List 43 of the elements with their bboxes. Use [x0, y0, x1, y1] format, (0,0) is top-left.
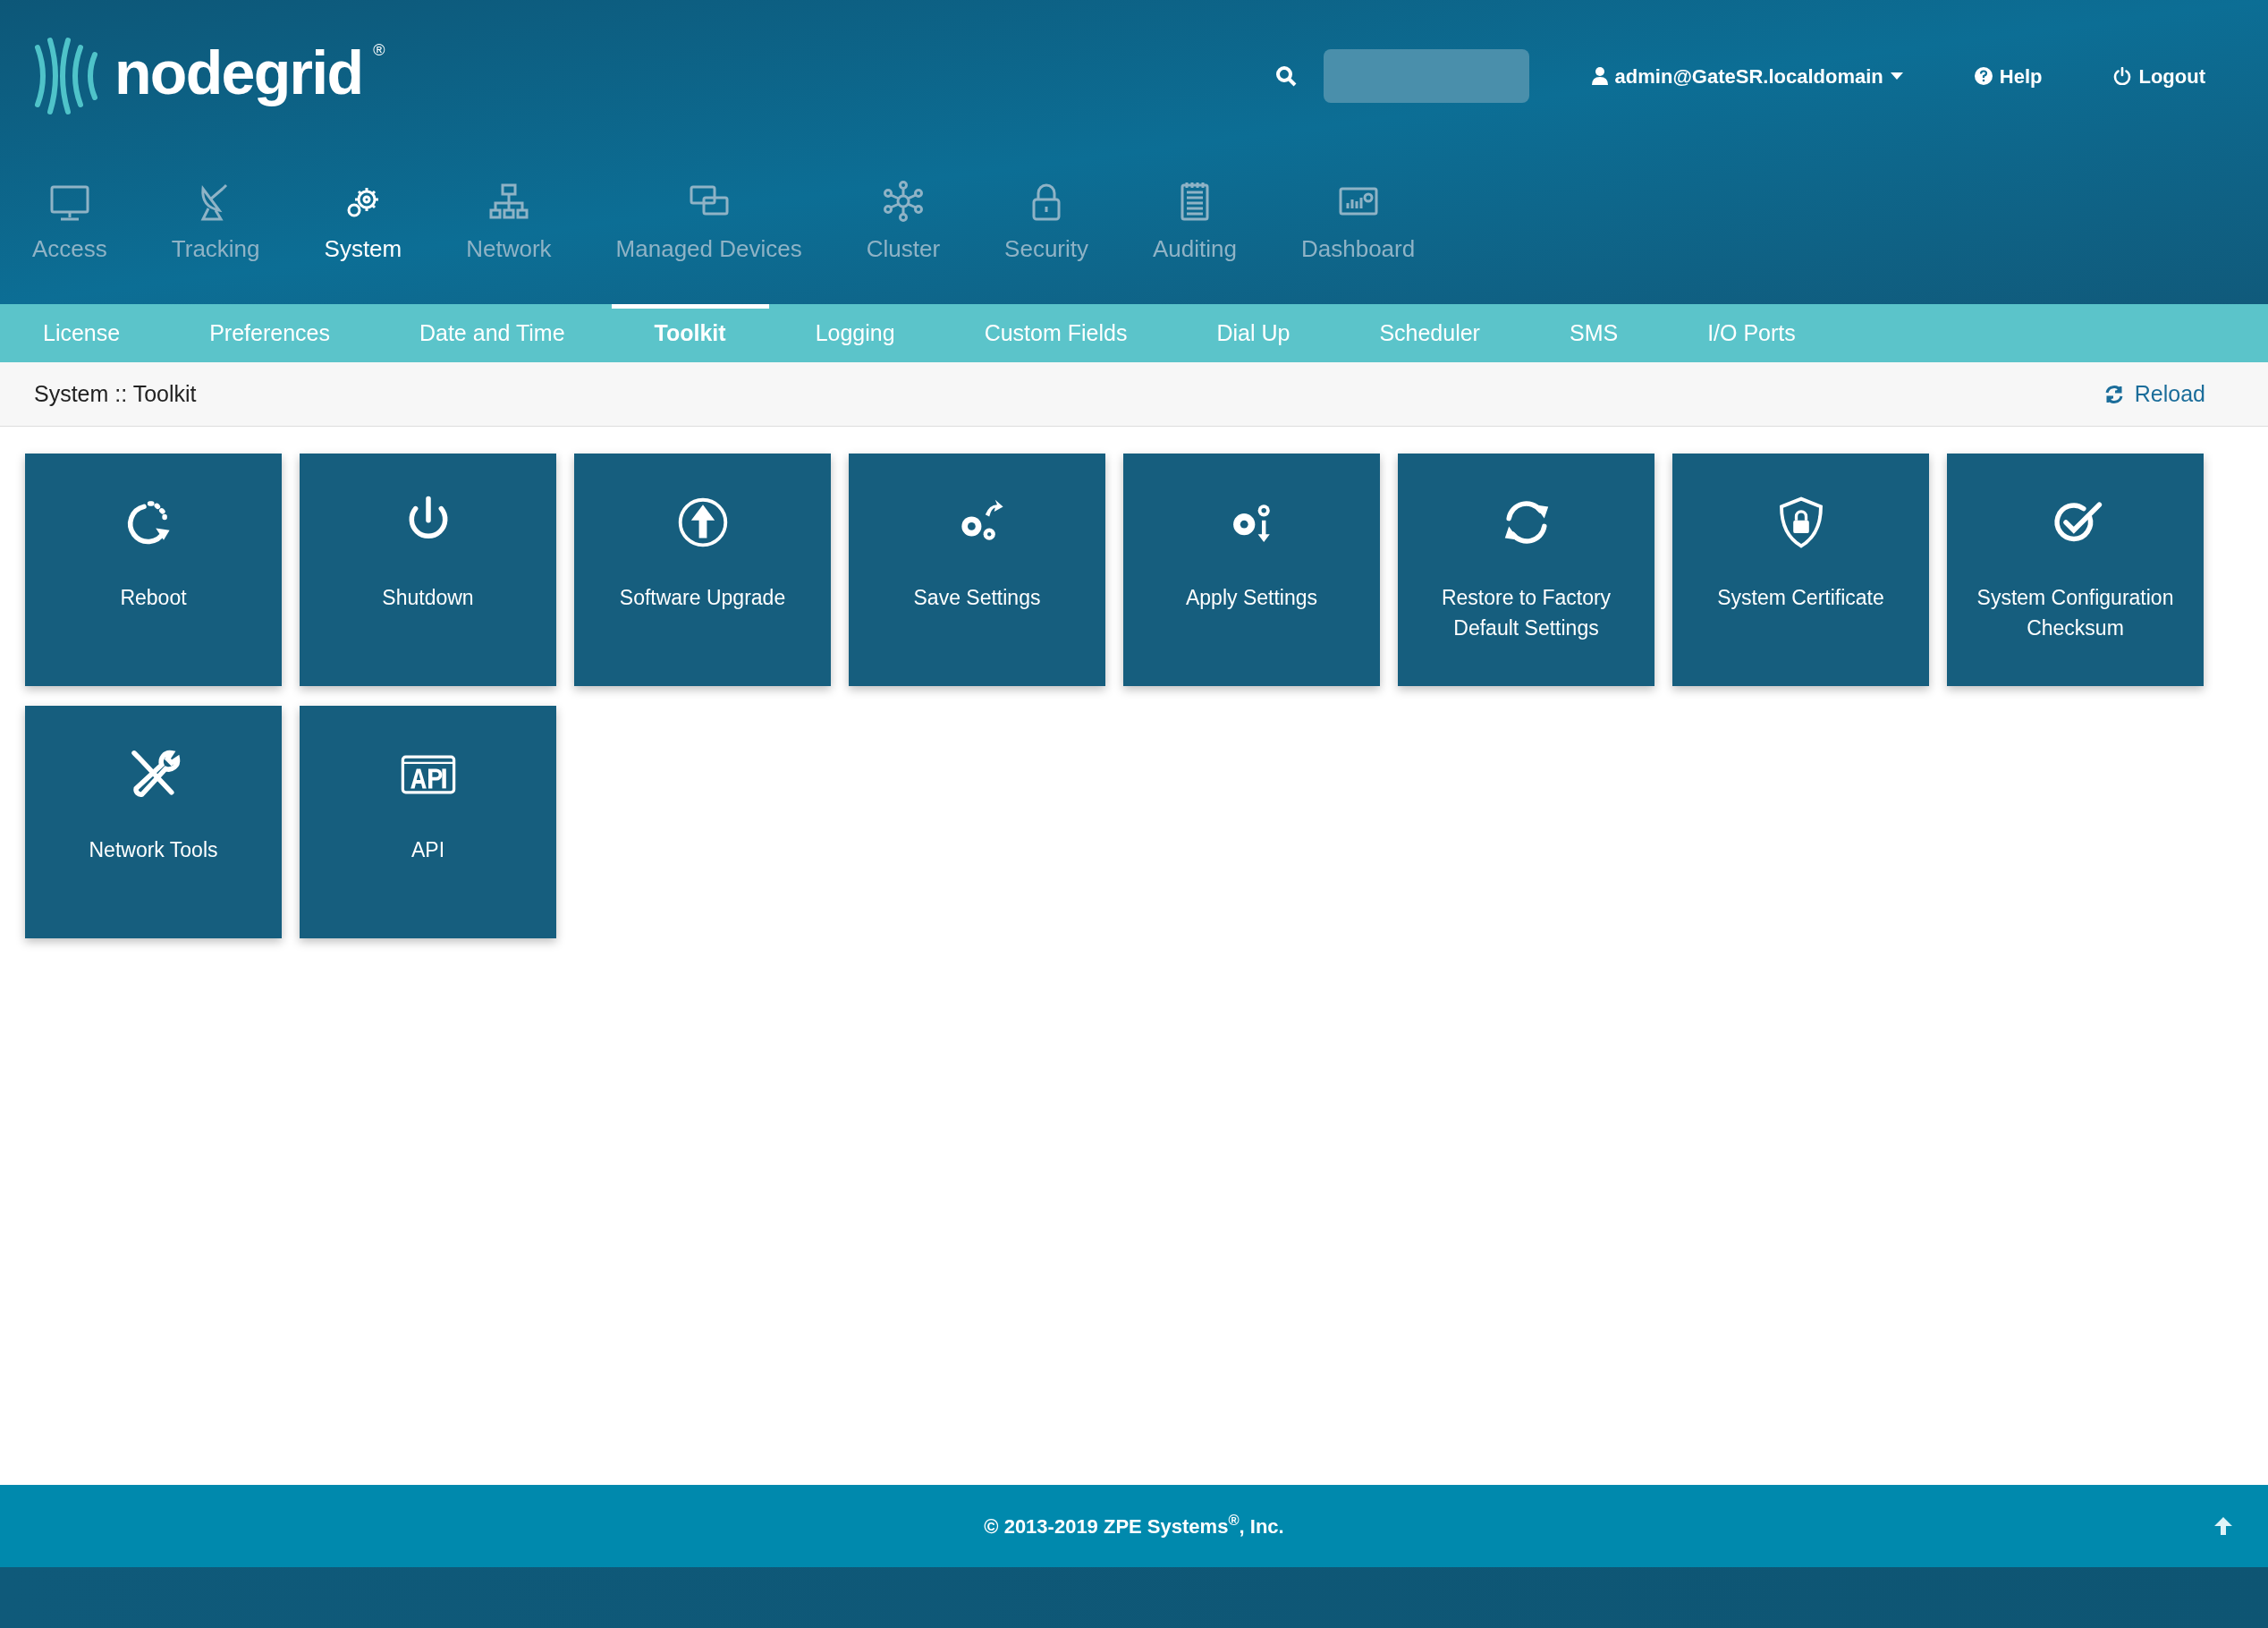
toolkit-tile[interactable]: Network Tools	[25, 706, 282, 938]
sub-nav-tab[interactable]: I/O Ports	[1707, 304, 1796, 362]
sub-nav-tab[interactable]: Preferences	[209, 304, 330, 362]
main-nav-tab[interactable]: Access	[18, 180, 122, 267]
toolkit-tile[interactable]: System Certificate	[1672, 454, 1929, 686]
user-menu[interactable]: admin@GateSR.localdomain	[1591, 61, 1903, 91]
toolkit-tile[interactable]: Shutdown	[300, 454, 556, 686]
breadcrumb: System :: Toolkit	[34, 379, 197, 408]
refresh-icon	[2103, 384, 2124, 404]
sub-nav-tab[interactable]: Scheduler	[1379, 304, 1480, 362]
sub-nav-tab[interactable]: SMS	[1569, 304, 1619, 362]
sub-nav-tab[interactable]: Date and Time	[419, 304, 565, 362]
main-nav-tab[interactable]: Cluster	[851, 180, 955, 267]
user-icon	[1591, 67, 1608, 85]
sub-nav-tab[interactable]: Dial Up	[1216, 304, 1291, 362]
toolkit-tile[interactable]: Save Settings	[849, 454, 1105, 686]
toolkit-tile[interactable]: API	[300, 706, 556, 938]
main-nav-tab[interactable]: Auditing	[1138, 180, 1251, 267]
main-nav-tab[interactable]: Managed Devices	[601, 180, 817, 267]
main-nav-tab[interactable]: System	[309, 180, 417, 267]
reload-link[interactable]: Reload	[2103, 377, 2205, 411]
toolkit-tile[interactable]: Software Upgrade	[574, 454, 831, 686]
help-link[interactable]: Help	[1974, 61, 2043, 91]
toolkit-tile[interactable]: System Configuration Checksum	[1947, 454, 2204, 686]
logout-link[interactable]: Logout	[2113, 61, 2205, 91]
power-icon	[2113, 67, 2132, 85]
toolkit-tile[interactable]: Apply Settings	[1123, 454, 1380, 686]
toolkit-tile[interactable]: Restore to Factory Default Settings	[1398, 454, 1654, 686]
copyright-text: © 2013-2019 ZPE Systems$^{®}$, Inc.	[984, 1511, 1284, 1539]
question-icon	[1974, 67, 1993, 85]
toolkit-tile[interactable]: Reboot	[25, 454, 282, 686]
sub-nav-tab[interactable]: Logging	[815, 304, 895, 362]
scroll-up-arrow-icon[interactable]	[2213, 1515, 2234, 1537]
sub-nav-tab[interactable]: License	[43, 304, 121, 362]
search-icon[interactable]	[1274, 65, 1297, 87]
main-nav-tab[interactable]: Security	[990, 180, 1103, 267]
search-field[interactable]	[1323, 49, 1529, 103]
registered-mark: ®	[373, 40, 385, 61]
main-nav-tab[interactable]: Tracking	[157, 180, 275, 267]
caret-icon	[1890, 72, 1903, 80]
main-nav-tab[interactable]: Dashboard	[1286, 180, 1430, 267]
main-nav-tab[interactable]: Network	[452, 180, 566, 267]
sub-nav-tab[interactable]: Custom Fields	[984, 304, 1128, 362]
